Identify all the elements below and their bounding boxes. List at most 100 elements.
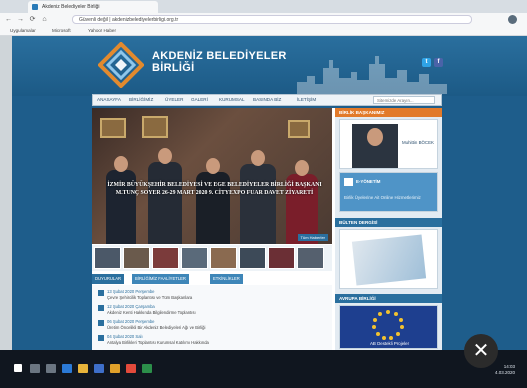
site-logo-text: AKDENİZ BELEDİYELER BİRLİĞİ [152,50,287,74]
list-item[interactable]: 12 Şubat 2020 Çarşamba Akdeniz Kenti Hak… [98,304,328,317]
address-bar[interactable]: Güvenli değil | akdenizbelediyelerbirlig… [72,15,472,24]
list-item[interactable]: 04 Şubat 2020 Salı Antalya Birlikleri To… [98,334,328,347]
store-icon[interactable] [94,364,104,373]
news-slider[interactable]: İZMİR BÜYÜKŞEHİR BELEDİYESİ VE EGE BELED… [92,108,332,244]
desktop-edge [0,36,12,350]
bookmark-yahoo[interactable]: Yahoo! Haber [88,27,116,35]
e-office-card[interactable]: E-YÖNETİM Birlik Üyelerine Ait Online Hi… [339,172,438,212]
person-figure [240,150,276,244]
eu-stars-icon [372,310,404,340]
news-title: Çevre Şehircilik Toplantısı ve Tüm Başka… [107,295,193,300]
slider-thumbnail[interactable] [181,247,208,269]
news-list: 13 Şubat 2020 Perşembe Çevre Şehircilik … [92,285,332,350]
calendar-icon [98,320,104,326]
calendar-icon [98,335,104,341]
tab-announcements[interactable]: DUYURULAR [92,274,125,284]
bulletin-card[interactable] [339,229,438,289]
slider-thumbnail[interactable] [239,247,266,269]
news-title: Üretim Öncelikli Bir Akdeniz Belediyeler… [107,325,206,330]
calendar-icon [98,305,104,311]
wall-painting [142,116,168,138]
bookmark-apps[interactable]: Uygulamalar [10,27,36,35]
menu-item-about[interactable]: BİRLİĞİMİZ [129,95,153,105]
tab-activities[interactable]: BİRLİĞİMİZ FAALİYETLER [132,274,189,284]
news-date: 13 Şubat 2020 Perşembe [107,289,155,294]
mail-icon[interactable] [110,364,120,373]
home-icon[interactable]: ⌂ [40,15,49,24]
person-figure [148,148,182,244]
slider-thumbnail[interactable] [94,247,121,269]
menu-item-home[interactable]: ANASAYFA [97,95,121,105]
eu-label: AB Destekli Projeler [370,341,410,346]
facebook-icon[interactable]: f [434,58,443,67]
slider-caption[interactable]: İZMİR BÜYÜKŞEHİR BELEDİYESİ VE EGE BELED… [102,182,327,197]
file-explorer-icon[interactable] [78,364,88,373]
web-page: AKDENİZ BELEDİYELER BİRLİĞİ t f ANASAYFA… [0,36,527,350]
menu-item-press[interactable]: BASINDA BİZ [253,95,281,105]
excel-icon[interactable] [142,364,152,373]
president-header: BİRLİK BAŞKANIMIZ [335,108,442,117]
task-view-icon[interactable] [46,364,56,373]
president-card[interactable]: Muhittin BÖCEK [339,119,438,169]
clock-date: 4.03.2020 [494,369,515,375]
back-icon[interactable]: ← [4,15,13,24]
news-title: Antalya Birlikleri Toplantısı Kurumsal K… [107,340,209,345]
list-item[interactable]: 06 Şubat 2020 Perşembe Üretim Öncelikli … [98,319,328,332]
corner-badge-icon: ✕ [464,334,498,368]
edge-icon[interactable] [62,364,72,373]
menu-item-corporate[interactable]: KURUMSAL [219,95,245,105]
menu-item-contact[interactable]: İLETİŞİM [297,95,316,105]
browser-tab[interactable]: Akdeniz Belediyeler Birliği [28,1,158,13]
browser-tabstrip: Akdeniz Belediyeler Birliği [0,0,527,13]
eu-card[interactable]: AB Destekli Projeler [339,305,438,349]
wall-painting [288,120,310,138]
bookmarks-bar: Uygulamalar Microsoft Yahoo! Haber [0,26,527,36]
site-header: AKDENİZ BELEDİYELER BİRLİĞİ t f [0,36,527,96]
reload-icon[interactable]: ⟳ [28,15,37,24]
chrome-icon[interactable] [126,364,136,373]
site-search-input[interactable] [373,96,435,104]
bulletin-header: BÜLTEN DERGİSİ [335,218,442,227]
slider-thumbnail[interactable] [152,247,179,269]
slider-thumbnail[interactable] [210,247,237,269]
e-office-label: Birlik Üyelerine Ait Online Hizmetlerimi… [344,195,421,200]
bookmark-microsoft[interactable]: Microsoft [52,27,71,35]
slider-thumbnail[interactable] [268,247,295,269]
main-menu: ANASAYFA BİRLİĞİMİZ ÜYELER GALERİ KURUMS… [92,94,442,106]
search-icon[interactable] [30,364,40,373]
content-tabs: DUYURULAR BİRLİĞİMİZ FAALİYETLER ETKİNLİ… [92,274,332,284]
magazine-cover-image [351,234,427,286]
news-date: 12 Şubat 2020 Çarşamba [107,304,155,309]
right-sidebar: BİRLİK BAŞKANIMIZ Muhittin BÖCEK E-YÖNET… [335,108,442,350]
news-date: 06 Şubat 2020 Perşembe [107,319,155,324]
slider-thumbnail[interactable] [297,247,324,269]
forward-icon[interactable]: → [16,15,25,24]
document-icon [344,178,353,186]
main-content: İZMİR BÜYÜKŞEHİR BELEDİYESİ VE EGE BELED… [92,108,442,350]
windows-start-icon[interactable] [14,364,22,372]
menu-item-members[interactable]: ÜYELER [165,95,183,105]
eu-header: AVRUPA BİRLİĞİ [335,294,442,303]
twitter-icon[interactable]: t [422,58,431,67]
president-photo [352,124,398,168]
tab-events[interactable]: ETKİNLİKLER [210,274,243,284]
logo-line-2: BİRLİĞİ [152,62,195,74]
list-item[interactable]: 13 Şubat 2020 Perşembe Çevre Şehircilik … [98,289,328,302]
slider-thumbnails [92,245,332,271]
browser-tab-title: Akdeniz Belediyeler Birliği [42,4,100,10]
menu-item-gallery[interactable]: GALERİ [191,95,208,105]
system-tray-clock[interactable]: 14:03 4.03.2020 [495,364,515,375]
news-title: Akdeniz Kenti Hakkında Bilgilendirme Top… [107,310,196,315]
news-date: 04 Şubat 2020 Salı [107,334,143,339]
slider-thumbnail[interactable] [123,247,150,269]
all-news-link[interactable]: Tüm Haberler [297,234,328,241]
skyline-illustration [297,56,447,94]
profile-avatar[interactable] [508,15,517,24]
wall-painting [100,118,126,138]
site-logo[interactable] [97,41,145,89]
president-name: Muhittin BÖCEK [402,140,434,145]
e-office-header: E-YÖNETİM [356,179,381,184]
windows-taskbar: 14:03 4.03.2020 [0,350,527,388]
logo-line-1: AKDENİZ BELEDİYELER [152,50,287,62]
site-favicon-icon [32,4,38,10]
